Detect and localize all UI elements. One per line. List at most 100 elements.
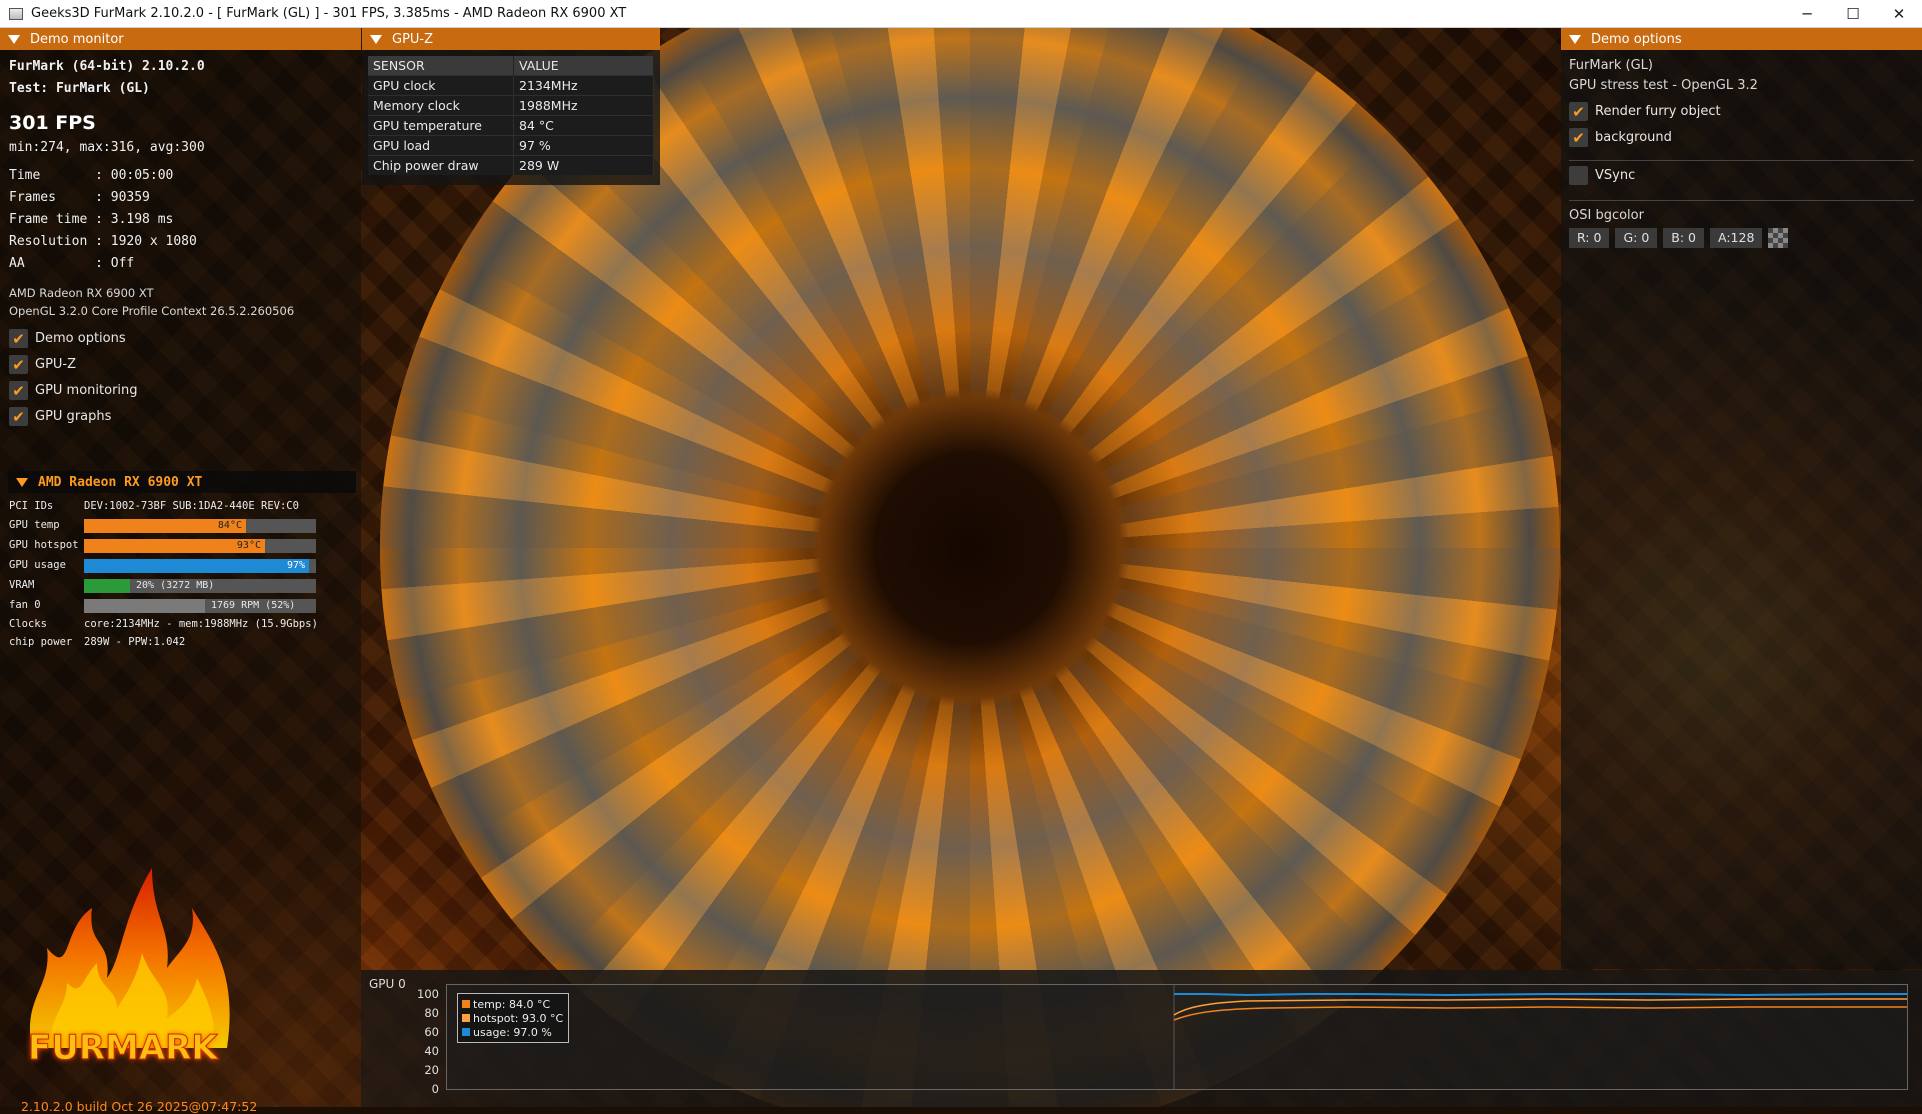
window-titlebar: Geeks3D FurMark 2.10.2.0 - [ FurMark (GL… <box>0 0 1922 28</box>
gpu-name: AMD Radeon RX 6900 XT <box>9 286 154 300</box>
color-preview-swatch[interactable] <box>1768 228 1789 248</box>
sensor-name: Memory clock <box>368 95 514 116</box>
gpu-section-title: AMD Radeon RX 6900 XT <box>38 474 203 490</box>
y-tick: 0 <box>431 1082 439 1096</box>
clocks-label: Clocks <box>9 618 47 630</box>
app-icon <box>9 7 23 20</box>
sensor-value: 2134MHz <box>513 75 654 96</box>
demo-monitor-title: Demo monitor <box>30 31 124 47</box>
demo-name: FurMark (GL) <box>1569 58 1653 73</box>
bar-value: 97% <box>286 560 305 571</box>
pci-label: PCI IDs <box>9 500 54 512</box>
osi-a-field[interactable]: A:128 <box>1710 228 1763 248</box>
checkbox-checked-icon[interactable]: ✔ <box>9 407 28 426</box>
y-tick: 40 <box>424 1044 439 1058</box>
sensor-value: 84 °C <box>513 115 654 136</box>
progress-bar: 20% (3272 MB) <box>84 579 316 593</box>
table-header-row: SENSOR VALUE <box>368 56 654 76</box>
collapse-triangle-icon[interactable] <box>1569 34 1581 44</box>
legend-hotspot: hotspot: 93.0 °C <box>462 1011 564 1025</box>
toggle-label: GPU graphs <box>35 409 112 424</box>
collapse-triangle-icon[interactable] <box>16 477 28 487</box>
stat-frames: Frames : 90359 <box>9 190 150 205</box>
graph-legend: temp: 84.0 °C hotspot: 93.0 °C usage: 97… <box>457 993 569 1043</box>
minimize-button[interactable]: ─ <box>1784 0 1830 27</box>
demo-options-title: Demo options <box>1591 31 1682 47</box>
temp-line <box>1173 1006 1907 1021</box>
progress-bar: 93°C <box>84 539 316 553</box>
bar-label: GPU temp <box>9 519 60 531</box>
furry-donut-object <box>380 28 1560 1107</box>
checkbox-checked-icon[interactable]: ✔ <box>9 381 28 400</box>
gpuz-title: GPU-Z <box>392 31 434 47</box>
power-value: 289W - PPW:1.042 <box>84 636 186 648</box>
checkbox-checked-icon[interactable]: ✔ <box>1569 102 1588 121</box>
stat-time: Time : 00:05:00 <box>9 168 174 183</box>
progress-bar: 84°C <box>84 519 316 533</box>
clocks-value: core:2134MHz - mem:1988MHz (15.9Gbps) <box>84 618 318 630</box>
gpu-graph-panel: GPU 0 100 80 60 40 20 0 temp: 84.0 °C ho… <box>361 970 1922 1107</box>
legend-swatch <box>462 1000 470 1008</box>
y-tick: 60 <box>424 1025 439 1039</box>
gl-context: OpenGL 3.2.0 Core Profile Context 26.5.2… <box>9 304 295 318</box>
toggle-demo-options[interactable]: ✔ Demo options <box>9 329 126 348</box>
app-version-line: FurMark (64-bit) 2.10.2.0 <box>9 59 205 74</box>
bar-value: 1769 RPM (52%) <box>211 600 296 611</box>
stat-frame-time: Frame time : 3.198 ms <box>9 212 174 227</box>
progress-bar-fill <box>84 579 130 593</box>
stat-resolution: Resolution : 1920 x 1080 <box>9 234 197 249</box>
legend-usage: usage: 97.0 % <box>462 1025 564 1039</box>
demo-description: GPU stress test - OpenGL 3.2 <box>1569 78 1758 93</box>
maximize-button[interactable]: ☐ <box>1830 0 1876 27</box>
demo-monitor-header[interactable]: Demo monitor <box>0 28 361 50</box>
divider <box>1569 160 1914 161</box>
y-tick: 80 <box>424 1006 439 1020</box>
osi-g-field[interactable]: G: 0 <box>1615 228 1658 248</box>
sensor-value: 1988MHz <box>513 95 654 116</box>
col-value: VALUE <box>513 56 654 76</box>
fps-stats: min:274, max:316, avg:300 <box>9 140 205 155</box>
collapse-triangle-icon[interactable] <box>370 34 382 44</box>
legend-swatch <box>462 1014 470 1022</box>
table-row: GPU temperature 84 °C <box>368 115 654 136</box>
bar-label: VRAM <box>9 579 35 591</box>
osi-bgcolor-fields: R: 0 G: 0 B: 0 A:128 <box>1569 228 1789 248</box>
toggle-gpu-graphs[interactable]: ✔ GPU graphs <box>9 407 111 426</box>
toggle-gpu-z[interactable]: ✔ GPU-Z <box>9 355 76 374</box>
toggle-gpu-monitoring[interactable]: ✔ GPU monitoring <box>9 381 138 400</box>
gpu-section-header[interactable]: AMD Radeon RX 6900 XT <box>8 471 356 493</box>
bar-label: fan 0 <box>9 599 41 611</box>
legend-temp: temp: 84.0 °C <box>462 997 564 1011</box>
demo-options-panel: Demo options FurMark (GL) GPU stress tes… <box>1561 28 1922 969</box>
graph-lines <box>1173 985 1907 1089</box>
toggle-render-furry[interactable]: ✔ Render furry object <box>1569 102 1721 121</box>
collapse-triangle-icon[interactable] <box>8 34 20 44</box>
checkbox-unchecked-icon[interactable]: ✔ <box>1569 166 1588 185</box>
checkbox-checked-icon[interactable]: ✔ <box>1569 128 1588 147</box>
osi-b-field[interactable]: B: 0 <box>1663 228 1704 248</box>
checkbox-checked-icon[interactable]: ✔ <box>9 355 28 374</box>
logo-wordmark: FURMARK <box>28 1028 219 1069</box>
osi-r-field[interactable]: R: 0 <box>1569 228 1610 248</box>
toggle-vsync[interactable]: ✔ VSync <box>1569 166 1635 185</box>
toggle-label: GPU-Z <box>35 357 77 372</box>
col-sensor: SENSOR <box>368 56 514 76</box>
graph-plot-area: temp: 84.0 °C hotspot: 93.0 °C usage: 97… <box>446 984 1908 1090</box>
gpuz-header[interactable]: GPU-Z <box>362 28 660 50</box>
toggle-label: Render furry object <box>1595 104 1721 119</box>
osi-bgcolor-label: OSI bgcolor <box>1569 208 1644 223</box>
bar-label: GPU usage <box>9 559 66 571</box>
close-button[interactable]: ✕ <box>1876 0 1922 27</box>
furmark-logo: FURMARK <box>22 848 262 1088</box>
demo-options-header[interactable]: Demo options <box>1561 28 1922 50</box>
bar-value: 20% (3272 MB) <box>136 580 215 591</box>
toggle-background[interactable]: ✔ background <box>1569 128 1672 147</box>
table-row: Memory clock 1988MHz <box>368 95 654 116</box>
legend-label: hotspot: 93.0 °C <box>473 1011 564 1025</box>
y-tick: 100 <box>417 987 439 1001</box>
sensor-value: 97 % <box>513 135 654 156</box>
gpuz-panel: GPU-Z SENSOR VALUE GPU clock 2134MHz Memo… <box>362 28 660 185</box>
checkbox-checked-icon[interactable]: ✔ <box>9 329 28 348</box>
y-tick: 20 <box>424 1063 439 1077</box>
toggle-label: Demo options <box>35 331 126 346</box>
